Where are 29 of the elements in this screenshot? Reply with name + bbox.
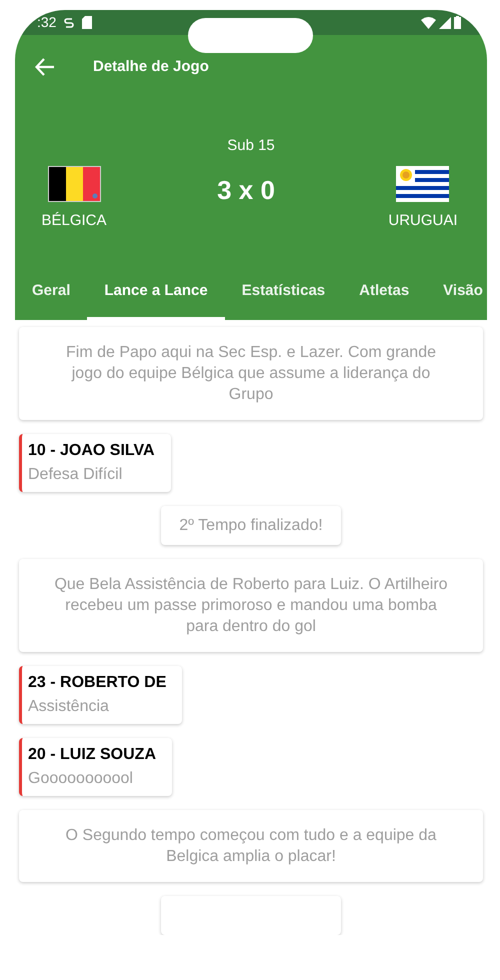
back-arrow-icon[interactable]	[35, 58, 55, 76]
event-action: Gooooooooool	[28, 769, 134, 789]
status-time: :32	[37, 13, 56, 32]
tab[interactable]: Estatísticas	[224, 268, 342, 320]
event-action: Assistência	[28, 697, 110, 717]
tab[interactable]: Lance a Lance	[87, 268, 225, 320]
narration-text: Fim de Papo aqui na Sec Esp. e Lazer. Com grande jogo do equipe Bélgica que assume a liderança do Grupo	[65, 343, 437, 405]
flag-icon	[48, 166, 100, 202]
sync-icon	[64, 16, 74, 29]
tab[interactable]: Visão	[426, 268, 487, 320]
player-name: 10 - JOAO SILVA	[28, 441, 155, 461]
event-action: Defesa Difícil	[28, 465, 124, 485]
battery-icon	[454, 16, 461, 29]
tab[interactable]: Atletas	[342, 268, 426, 320]
player-name: 23 - ROBERTO DE	[28, 673, 166, 693]
sd-card-icon	[82, 16, 92, 29]
team-name: BÉLGICA	[41, 210, 107, 230]
player-name: 20 - LUIZ SOUZA	[28, 745, 156, 765]
notice-text: 2º Tempo finalizado!	[179, 516, 323, 536]
category-label: Sub 15	[227, 136, 275, 156]
flag-icon	[396, 166, 450, 202]
team-name: URUGUAI	[388, 210, 458, 230]
wifi-icon	[421, 16, 436, 28]
match-score: 3 x 0	[217, 174, 275, 206]
tab[interactable]: Geral	[15, 268, 88, 320]
screen-title: Detalhe de Jogo	[93, 56, 209, 77]
narration-text: O Segundo tempo começou com tudo e a equipe da Belgica amplia o placar!	[64, 826, 438, 867]
narration-text: Que Bela Assistência de Roberto para Luiz. O Artilheiro recebeu um passe primoroso e mandou uma bomba para dentro do gol	[53, 575, 449, 637]
signal-icon	[439, 16, 451, 28]
